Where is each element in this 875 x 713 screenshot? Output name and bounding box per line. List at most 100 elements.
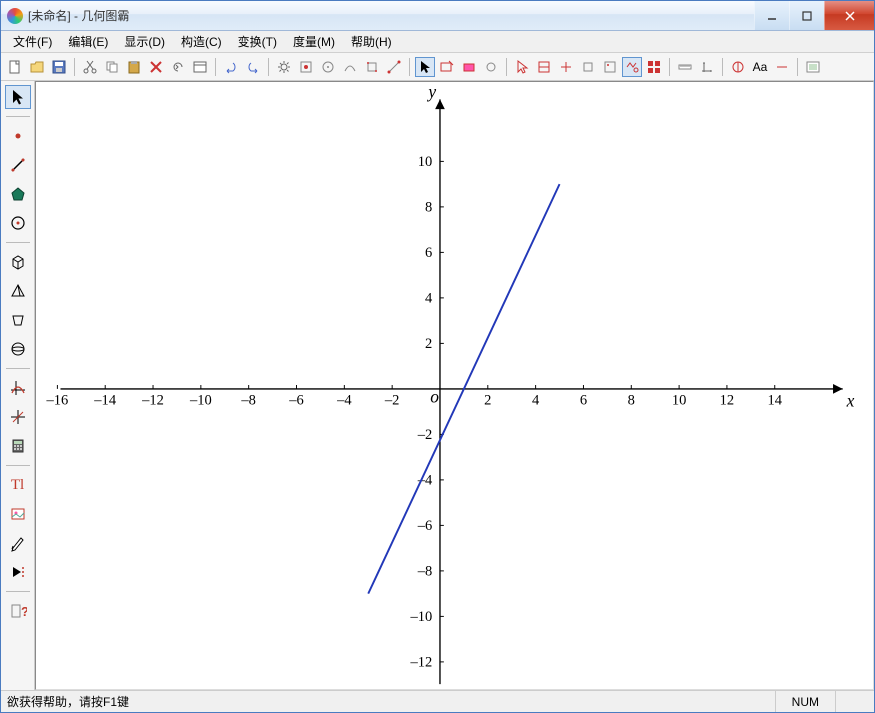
svg-text:10: 10 [672,392,687,408]
tool-icon-5[interactable] [384,57,404,77]
menu-edit[interactable]: 编辑(E) [60,31,116,52]
menu-help[interactable]: 帮助(H) [343,31,400,52]
new-file-icon[interactable] [5,57,25,77]
copy-icon[interactable] [102,57,122,77]
paste-icon[interactable] [124,57,144,77]
undo-icon[interactable] [221,57,241,77]
menu-measure[interactable]: 度量(M) [285,31,343,52]
svg-text:–12: –12 [409,655,432,671]
svg-text:x: x [846,390,855,410]
tool-icon-2[interactable] [318,57,338,77]
svg-text:12: 12 [720,392,735,408]
circle-tool[interactable] [5,211,31,235]
ruler-icon[interactable] [675,57,695,77]
menubar: 文件(F) 编辑(E) 显示(D) 构造(C) 变换(T) 度量(M) 帮助(H… [1,31,874,53]
svg-text:–16: –16 [45,392,68,408]
svg-text:–8: –8 [417,564,433,580]
tool-icon-14[interactable] [622,57,642,77]
status-hint: 欲获得帮助，请按F1键 [7,693,775,710]
svg-text:?: ? [21,604,27,619]
text-tool[interactable]: Tl [5,473,31,497]
svg-text:–10: –10 [189,392,212,408]
delete-icon[interactable] [146,57,166,77]
grid-icon[interactable] [644,57,664,77]
svg-text:–10: –10 [409,609,432,625]
tool-icon-15[interactable] [728,57,748,77]
svg-text:–14: –14 [93,392,117,408]
status-num: NUM [775,691,835,712]
status-empty [835,691,868,712]
svg-text:6: 6 [425,245,432,261]
tool-icon-4[interactable] [362,57,382,77]
svg-text:8: 8 [628,392,635,408]
undo-all-icon[interactable] [168,57,188,77]
app-icon [7,8,23,24]
svg-text:–6: –6 [288,392,304,408]
svg-text:–6: –6 [417,518,433,534]
menu-transform[interactable]: 变换(T) [230,31,285,52]
tool-icon-16[interactable] [772,57,792,77]
pen-tool[interactable] [5,531,31,555]
tool-icon-1[interactable] [296,57,316,77]
line-tool[interactable] [5,153,31,177]
image-tool[interactable] [5,502,31,526]
menu-file[interactable]: 文件(F) [5,31,60,52]
svg-text:10: 10 [418,154,433,170]
statusbar: 欲获得帮助，请按F1键 NUM [1,690,874,712]
svg-text:4: 4 [425,291,433,307]
properties-icon[interactable] [190,57,210,77]
svg-text:–12: –12 [141,392,164,408]
tool-icon-13[interactable] [600,57,620,77]
cut-icon[interactable] [80,57,100,77]
tool-icon-10[interactable] [534,57,554,77]
svg-text:y: y [426,82,436,101]
select-arrow-icon[interactable] [415,57,435,77]
svg-text:–2: –2 [384,392,400,408]
prism-tool[interactable] [5,308,31,332]
calculator-tool[interactable] [5,434,31,458]
tool-icon-17[interactable] [803,57,823,77]
titlebar: [未命名] - 几何图霸 [1,1,874,31]
svg-text:6: 6 [580,392,587,408]
svg-text:2: 2 [484,392,491,408]
save-icon[interactable] [49,57,69,77]
tool-icon-11[interactable] [556,57,576,77]
tool-icon-3[interactable] [340,57,360,77]
svg-text:8: 8 [425,200,432,216]
help-tool[interactable]: ? [5,599,31,623]
left-toolbar: Tl ? [1,81,35,690]
gear-icon[interactable] [274,57,294,77]
canvas[interactable]: –16–14–12–10–8–6–4–22468101214–12–10–8–6… [35,81,874,690]
tool-icon-7[interactable] [459,57,479,77]
menu-construct[interactable]: 构造(C) [173,31,230,52]
polygon-tool[interactable] [5,182,31,206]
svg-text:–2: –2 [417,427,433,443]
text-icon[interactable]: Aa [750,57,770,77]
menu-display[interactable]: 显示(D) [116,31,173,52]
tool-icon-8[interactable] [481,57,501,77]
top-toolbar: Aa [1,53,874,81]
axes-icon[interactable] [697,57,717,77]
coord-tool[interactable] [5,405,31,429]
arrow-tool[interactable] [5,85,31,109]
cube-tool[interactable] [5,250,31,274]
tetrahedron-tool[interactable] [5,279,31,303]
window-title: [未命名] - 几何图霸 [28,7,754,24]
point-tool[interactable] [5,124,31,148]
redo-icon[interactable] [243,57,263,77]
open-file-icon[interactable] [27,57,47,77]
close-button[interactable] [824,1,874,30]
svg-text:o: o [430,386,439,406]
svg-text:14: 14 [767,392,782,408]
tool-icon-12[interactable] [578,57,598,77]
minimize-button[interactable] [754,1,789,30]
svg-text:4: 4 [532,392,540,408]
function-tool[interactable] [5,376,31,400]
tool-icon-9[interactable] [512,57,532,77]
maximize-button[interactable] [789,1,824,30]
svg-text:2: 2 [425,336,432,352]
sphere-tool[interactable] [5,337,31,361]
animate-tool[interactable] [5,560,31,584]
svg-text:–8: –8 [240,392,256,408]
tool-icon-6[interactable] [437,57,457,77]
